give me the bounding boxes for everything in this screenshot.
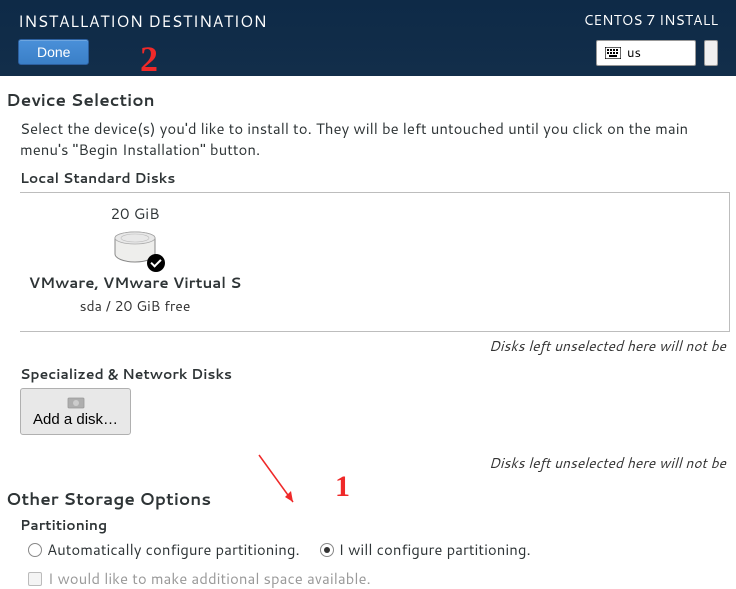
keyboard-layout-label: us (627, 44, 641, 62)
radio-auto-partition[interactable]: Automatically configure partitioning. (28, 539, 300, 560)
installer-title: CENTOS 7 INSTALL (583, 10, 718, 30)
disk-item[interactable]: 20 GiB VMware, VMware Virtual S sda / 20… (20, 203, 250, 317)
add-disk-icon (67, 395, 85, 409)
local-disks-heading: Local Standard Disks (6, 168, 730, 188)
network-disks-heading: Specialized & Network Disks (6, 364, 730, 384)
checkbox-icon (28, 572, 42, 586)
annotation-1: 1 (335, 470, 350, 504)
disks-unselected-hint-2: Disks left unselected here will not be (6, 449, 730, 481)
page-title: INSTALLATION DESTINATION (18, 10, 267, 33)
help-button[interactable] (704, 40, 718, 66)
annotation-2: 2 (140, 38, 158, 80)
keyboard-icon (605, 47, 621, 59)
header-bar: INSTALLATION DESTINATION Done CENTOS 7 I… (0, 0, 736, 76)
partitioning-heading: Partitioning (6, 515, 730, 535)
disk-size: 20 GiB (20, 203, 250, 224)
additional-space-checkbox: I would like to make additional space av… (6, 568, 730, 589)
other-storage-title: Other Storage Options (6, 487, 730, 511)
keyboard-selector[interactable]: us (596, 40, 696, 66)
radio-manual-partition[interactable]: I will configure partitioning. (320, 539, 531, 560)
disk-detail: sda / 20 GiB free (20, 296, 250, 316)
add-disk-button[interactable]: Add a disk… (20, 388, 131, 435)
additional-space-label: I would like to make additional space av… (48, 568, 371, 589)
disk-selected-checkmark-icon (147, 254, 165, 272)
radio-auto-label: Automatically configure partitioning. (47, 539, 300, 560)
disks-unselected-hint: Disks left unselected here will not be (6, 332, 730, 364)
device-selection-title: Device Selection (6, 88, 730, 112)
add-disk-label: Add a disk… (33, 411, 118, 428)
device-selection-desc: Select the device(s) you'd like to insta… (6, 118, 730, 160)
disk-name: VMware, VMware Virtual S (20, 272, 250, 293)
local-disks-panel: 20 GiB VMware, VMware Virtual S sda / 20… (20, 192, 730, 332)
radio-icon (320, 543, 334, 557)
radio-icon (28, 543, 42, 557)
radio-manual-label: I will configure partitioning. (339, 539, 531, 560)
harddisk-icon (111, 230, 159, 266)
done-button[interactable]: Done (18, 39, 89, 65)
